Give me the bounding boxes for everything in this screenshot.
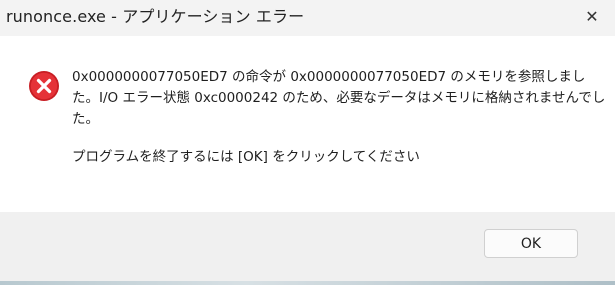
error-message-text: 0x0000000077050ED7 の命令が 0x0000000077050E… <box>72 69 606 127</box>
ok-button[interactable]: OK <box>484 229 578 258</box>
window-title: runonce.exe - アプリケーション エラー <box>6 7 305 26</box>
exit-prompt-text: プログラムを終了するには [OK] をクリックしてください <box>72 149 420 165</box>
dialog-footer: OK <box>0 212 615 281</box>
close-button[interactable]: ✕ <box>569 0 615 32</box>
error-icon <box>29 71 59 101</box>
error-message-area: 0x0000000077050ED7 の命令が 0x0000000077050E… <box>72 67 606 168</box>
dialog-content: 0x0000000077050ED7 の命令が 0x0000000077050E… <box>0 36 615 212</box>
title-bar[interactable]: runonce.exe - アプリケーション エラー ✕ <box>0 0 615 36</box>
error-dialog-window: runonce.exe - アプリケーション エラー ✕ 0x000000007… <box>0 0 615 285</box>
close-icon: ✕ <box>585 6 599 26</box>
desktop-background-strip <box>0 281 615 285</box>
